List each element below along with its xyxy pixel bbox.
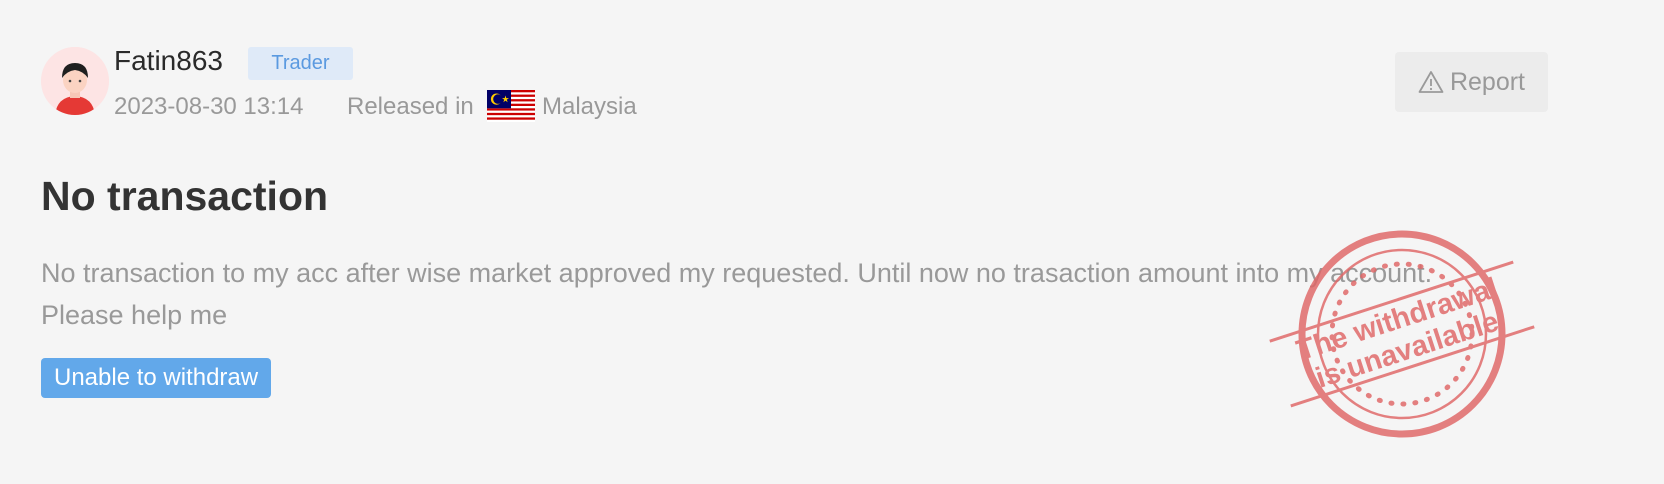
- username[interactable]: Fatin863: [114, 44, 223, 78]
- issue-tag[interactable]: Unable to withdraw: [41, 358, 272, 398]
- malaysia-flag-icon: [487, 90, 535, 122]
- post-title: No transaction: [41, 173, 329, 219]
- post-date: 2023-08-30 13:14: [114, 93, 304, 120]
- post-body: No transaction to my acc after wise mark…: [41, 258, 1433, 330]
- report-label: Report: [1449, 67, 1526, 96]
- role-badge: Trader: [248, 47, 353, 80]
- released-label: Released in: [347, 93, 474, 120]
- warning-triangle-icon: [1418, 71, 1444, 93]
- user-avatar-icon[interactable]: [41, 47, 109, 115]
- country-name: Malaysia: [542, 93, 637, 120]
- review-card: Fatin863 Trader 2023-08-30 13:14 Release…: [0, 0, 1664, 484]
- report-button[interactable]: Report: [1395, 52, 1548, 112]
